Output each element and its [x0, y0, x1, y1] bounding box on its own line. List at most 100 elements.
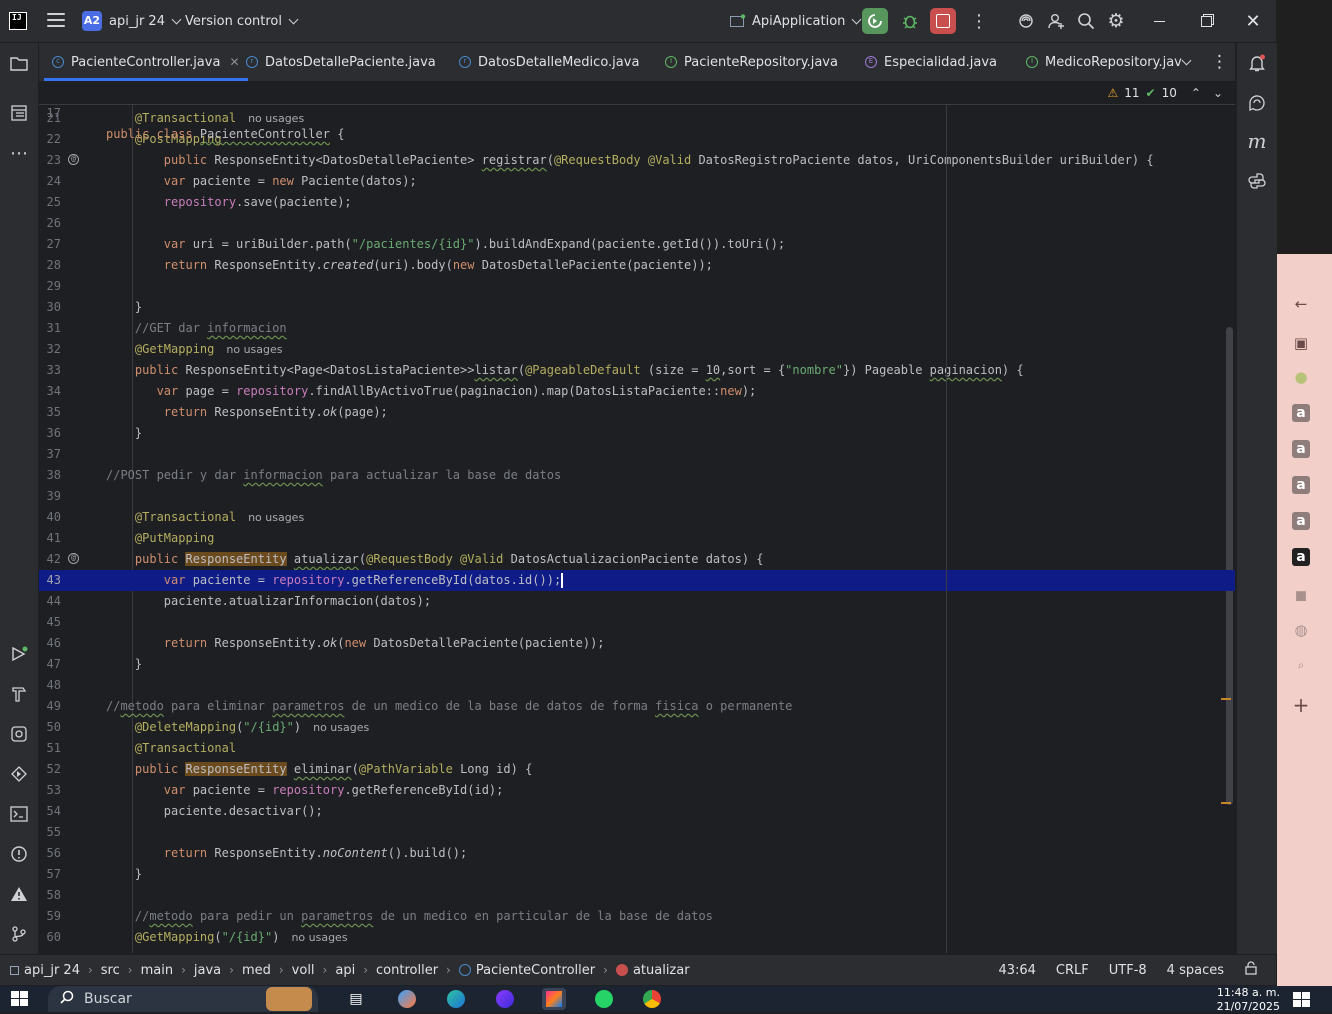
- copilot-icon[interactable]: [395, 988, 419, 1010]
- prev-highlight-icon[interactable]: ⌃: [1191, 86, 1201, 100]
- breadcrumb-item[interactable]: api_jr 24: [24, 963, 80, 978]
- close-tab-icon[interactable]: ✕: [229, 55, 239, 69]
- tabs-more-icon[interactable]: ⋮: [1211, 43, 1228, 81]
- project-folder-icon[interactable]: [7, 51, 31, 75]
- breadcrumb-item[interactable]: java: [194, 963, 221, 978]
- file-encoding[interactable]: UTF-8: [1109, 963, 1147, 978]
- run-config-selector[interactable]: ApiApplication: [730, 0, 862, 42]
- search-icon[interactable]: ⌕: [1290, 654, 1312, 676]
- breadcrumb-item[interactable]: main: [141, 963, 173, 978]
- amazon-icon[interactable]: a: [1292, 476, 1310, 494]
- more-actions-icon[interactable]: ⋮: [966, 8, 992, 34]
- taskbar-search[interactable]: Buscar: [48, 986, 318, 1012]
- tab-pacientecontroller[interactable]: c PacienteController.java ✕: [44, 43, 247, 81]
- run-icon[interactable]: [7, 642, 31, 666]
- breadcrumb-item[interactable]: atualizar: [633, 963, 690, 978]
- settings-gear-icon[interactable]: ⚙: [1103, 8, 1129, 34]
- amazon-icon[interactable]: a: [1292, 404, 1310, 422]
- services-icon[interactable]: [7, 722, 31, 746]
- class-icon: [458, 964, 471, 976]
- minimize-icon[interactable]: [1136, 0, 1182, 42]
- main-menu-icon[interactable]: [47, 13, 65, 29]
- project-badge[interactable]: A2: [82, 11, 102, 31]
- ai-chat-icon[interactable]: [1245, 91, 1269, 115]
- amazon-icon[interactable]: a: [1292, 548, 1310, 566]
- close-window-icon[interactable]: ✕: [1230, 0, 1276, 42]
- project-selector[interactable]: api_jr 24: [109, 0, 182, 42]
- endpoints-icon[interactable]: [7, 762, 31, 786]
- globe-icon[interactable]: ◍: [1290, 619, 1312, 641]
- tab-especialidad[interactable]: E Especialidad.java: [865, 43, 997, 81]
- ok-count: 10: [1161, 86, 1177, 100]
- inspection-widget[interactable]: ⚠ 11 ✔ 10 ⌃ ⌄: [1107, 86, 1223, 100]
- indent-setting[interactable]: 4 spaces: [1167, 963, 1224, 978]
- back-arrow-icon[interactable]: ←: [1290, 293, 1312, 315]
- search-highlight-image: [266, 987, 312, 1011]
- code-line: }: [106, 300, 143, 314]
- whatsapp-icon[interactable]: [592, 988, 616, 1010]
- amazon-icon[interactable]: a: [1292, 512, 1310, 530]
- line-number: 45: [46, 615, 61, 629]
- windows-start-icon[interactable]: [8, 988, 32, 1010]
- shopping-icon[interactable]: ◼: [1290, 584, 1312, 606]
- code-line: @GetMapping no usages: [134, 342, 283, 356]
- tab-datosdetallepaciente[interactable]: r DatosDetallePaciente.java: [246, 43, 436, 81]
- restore-icon[interactable]: [1183, 0, 1229, 42]
- breadcrumb-item[interactable]: med: [242, 963, 271, 978]
- line-number: 57: [46, 867, 61, 881]
- breadcrumb-item[interactable]: PacienteController: [476, 963, 595, 978]
- line-number: 54: [46, 804, 61, 818]
- rerun-icon[interactable]: [862, 8, 888, 34]
- terminal-icon[interactable]: [7, 802, 31, 826]
- endpoint-gutter-icon[interactable]: @: [68, 553, 79, 564]
- vcs-selector[interactable]: Version control: [185, 0, 299, 42]
- current-line: 43 var paciente = repository.getReferenc…: [39, 570, 1235, 591]
- breadcrumb-item[interactable]: voll: [292, 963, 315, 978]
- notifications-bell-icon[interactable]: [1245, 51, 1269, 75]
- firefox-icon[interactable]: [493, 988, 517, 1010]
- stop-icon[interactable]: [930, 8, 956, 34]
- intellij-logo-icon[interactable]: IJ _: [9, 12, 27, 30]
- more-tools-icon[interactable]: ⋯: [7, 141, 31, 165]
- breadcrumb-item[interactable]: controller: [376, 963, 438, 978]
- system-clock[interactable]: 11:48 a. m. 21/07/2025: [1200, 986, 1280, 1014]
- windows-start-icon[interactable]: [1290, 989, 1314, 1011]
- tabs-overflow-button[interactable]: [1181, 43, 1192, 81]
- debug-icon[interactable]: [897, 8, 923, 34]
- build-hammer-icon[interactable]: [7, 682, 31, 706]
- problems-icon[interactable]: [7, 842, 31, 866]
- line-separator[interactable]: CRLF: [1056, 963, 1089, 978]
- amazon-icon[interactable]: a: [1292, 440, 1310, 458]
- tab-datosdetallemedico[interactable]: r DatosDetalleMedico.java: [459, 43, 639, 81]
- line-number: 32: [46, 342, 61, 356]
- breadcrumb-item[interactable]: src: [101, 963, 120, 978]
- ai-assistant-icon[interactable]: [1013, 8, 1039, 34]
- code-line: paciente.desactivar();: [106, 804, 323, 818]
- extension-icon[interactable]: ●: [1290, 366, 1312, 388]
- task-view-icon[interactable]: ▤: [344, 988, 368, 1010]
- code-line: //POST pedir y dar informacion para actu…: [106, 468, 562, 482]
- lock-icon[interactable]: [1244, 961, 1258, 979]
- git-icon[interactable]: [7, 922, 31, 946]
- python-console-icon[interactable]: [1245, 169, 1269, 193]
- sticky-header[interactable]: 17 public class PacienteController { ⚠ 11…: [39, 82, 1235, 141]
- structure-icon[interactable]: [7, 101, 31, 125]
- line-number: 36: [46, 426, 61, 440]
- maven-icon[interactable]: m: [1245, 129, 1269, 153]
- code-editor[interactable]: 17 public class PacienteController { ⚠ 11…: [39, 82, 1235, 953]
- caret-position[interactable]: 43:64: [998, 963, 1035, 978]
- add-icon[interactable]: +: [1290, 693, 1312, 717]
- breadcrumb-item[interactable]: api: [335, 963, 355, 978]
- warning-icon[interactable]: [7, 882, 31, 906]
- chrome-icon[interactable]: [640, 988, 664, 1010]
- intellij-icon[interactable]: [542, 988, 566, 1010]
- tab-label: MedicoRepository.jav: [1045, 54, 1182, 70]
- tab-pacienterepository[interactable]: I PacienteRepository.java: [665, 43, 838, 81]
- add-user-icon[interactable]: [1043, 8, 1069, 34]
- next-highlight-icon[interactable]: ⌄: [1213, 86, 1223, 100]
- edge-icon[interactable]: [444, 988, 468, 1010]
- line-number: 50: [46, 720, 61, 734]
- tab-medicorepository[interactable]: I MedicoRepository.jav: [1026, 43, 1182, 81]
- search-icon[interactable]: [1073, 8, 1099, 34]
- tabs-icon[interactable]: ▣: [1290, 332, 1312, 354]
